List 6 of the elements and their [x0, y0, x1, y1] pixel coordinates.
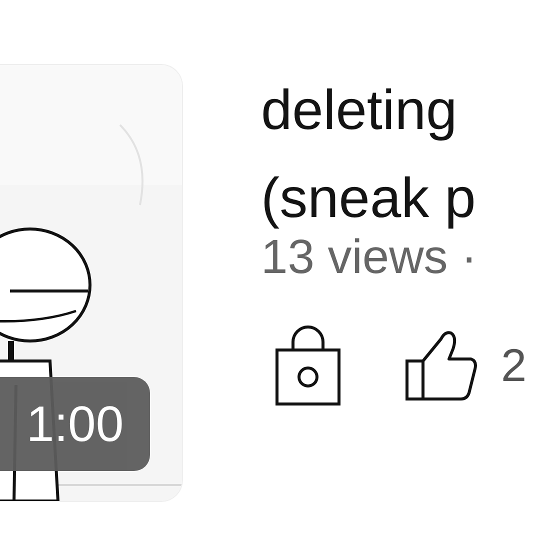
video-thumbnail[interactable]: 1:00 [0, 64, 183, 502]
video-title[interactable]: deleting [261, 66, 527, 154]
video-duration: 1:00 [0, 377, 150, 471]
view-count: 13 views · [261, 230, 478, 286]
like-count: 2 [501, 338, 527, 392]
thumbs-up-icon[interactable] [405, 329, 479, 401]
